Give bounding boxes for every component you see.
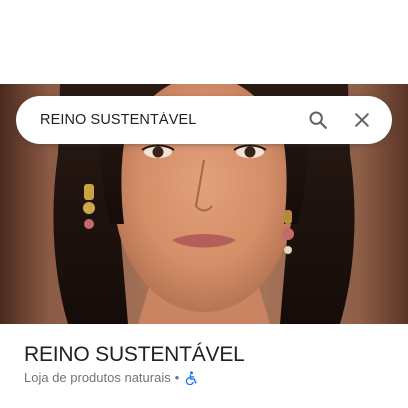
place-info-panel[interactable]: REINO SUSTENTÁVEL Loja de produtos natur… <box>0 324 408 408</box>
search-button[interactable] <box>298 100 338 140</box>
search-bar[interactable]: REINO SUSTENTÁVEL <box>16 96 392 144</box>
place-category: Loja de produtos naturais <box>24 370 171 385</box>
place-subtitle: Loja de produtos naturais • <box>24 370 198 385</box>
close-icon <box>355 113 369 127</box>
map-area <box>0 0 408 84</box>
place-title: REINO SUSTENTÁVEL <box>24 343 245 366</box>
clear-search-button[interactable] <box>342 100 382 140</box>
separator-dot: • <box>174 370 180 385</box>
maps-place-screen: REINO SUSTENTÁVEL REINO SUSTENTÁVEL Loja… <box>0 0 408 408</box>
wheelchair-accessible-icon <box>185 370 198 385</box>
search-input[interactable]: REINO SUSTENTÁVEL <box>40 112 294 128</box>
search-icon <box>309 111 327 129</box>
